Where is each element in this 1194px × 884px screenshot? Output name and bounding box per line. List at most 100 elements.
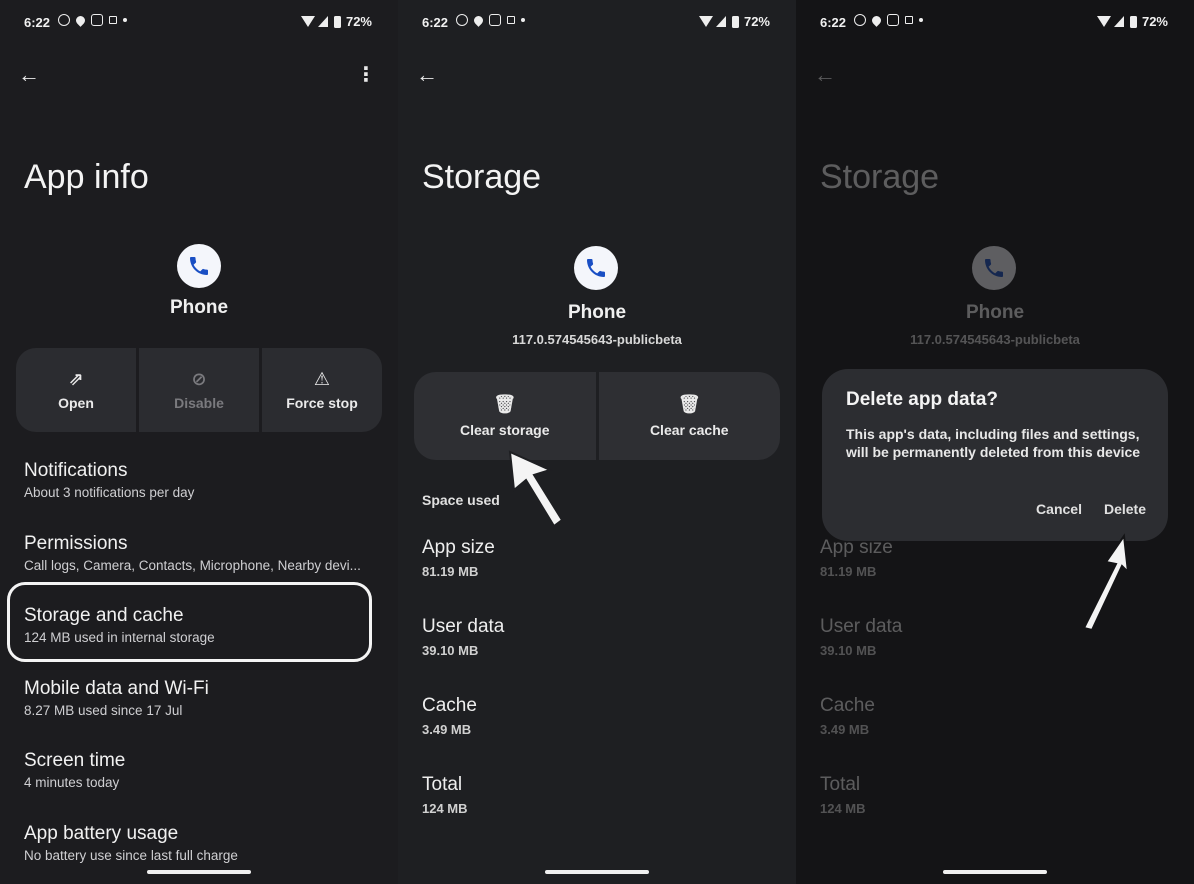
status-time: 6:22 [422,15,449,30]
app-name: Phone [965,302,1025,323]
item-title: App battery usage [24,823,179,844]
dialog-title: Delete app data? [846,389,999,410]
location-icon [74,13,87,27]
open-external-icon: ⇗ [68,369,84,389]
location-icon [870,13,883,27]
trash-icon: 🗑 [677,394,701,414]
list-item-battery-usage[interactable]: App battery usage No battery use since l… [24,823,382,863]
stat-value: 124 MB [422,801,468,816]
battery-icon [1129,15,1137,28]
stat-label: Total [422,774,463,795]
trash-icon: 🗑 [493,394,517,414]
instagram-icon [489,14,501,26]
back-arrow-icon[interactable]: ← [416,64,438,86]
instagram-icon [91,14,103,26]
status-bar: 6:22 72% [0,10,398,34]
stat-app-size: App size 81.19 MB [820,537,893,579]
signal-icon [715,16,726,27]
stat-value: 39.10 MB [422,643,479,658]
cancel-button[interactable]: Cancel [1036,501,1082,517]
more-options-icon[interactable]: ⋮ [356,64,376,86]
instagram-icon [887,14,899,26]
app-name: Phone [169,297,229,318]
status-time: 6:22 [820,15,847,30]
stat-value: 3.49 MB [820,722,870,737]
page-title: App info [24,158,149,196]
stat-label: User data [820,616,903,637]
more-notifications-icon [521,18,525,22]
clear-cache-label: Clear cache [649,422,729,438]
item-subtitle: 8.27 MB used since 17 Jul [24,703,183,718]
delete-data-screen: 6:22 72% ← Storage Phone 117.0.574545643… [796,0,1194,884]
section-header: Space used [422,492,500,508]
list-item-permissions[interactable]: Permissions Call logs, Camera, Contacts,… [24,533,382,573]
stat-value: 124 MB [820,801,866,816]
more-notifications-icon [919,18,923,22]
battery-percent: 72% [1141,14,1168,29]
location-icon [472,13,485,27]
force-stop-label: Force stop [286,395,358,411]
app-info-screen: 6:22 72% ← ⋮ App info Phone ⇗ Open ⊘ Dis… [0,0,398,884]
more-notifications-icon [123,18,127,22]
list-item-screen-time[interactable]: Screen time 4 minutes today [24,750,382,790]
force-stop-button[interactable]: ⚠ Force stop [262,348,382,432]
disable-button[interactable]: ⊘ Disable [139,348,259,432]
whatsapp-icon [854,14,866,26]
item-subtitle: 4 minutes today [24,775,120,790]
system-icons: 72% [300,14,372,29]
item-title: Screen time [24,750,126,771]
dialog-buttons: Cancel Delete [1036,501,1146,517]
delete-data-dialog: Delete app data? This app's data, includ… [822,369,1168,541]
gesture-nav-bar[interactable] [943,870,1047,874]
stat-value: 81.19 MB [820,564,877,579]
item-title: Permissions [24,533,128,554]
gesture-nav-bar[interactable] [147,870,251,874]
disable-icon: ⊘ [191,369,207,389]
open-label: Open [58,395,94,411]
list-item-mobile-data[interactable]: Mobile data and Wi-Fi 8.27 MB used since… [24,678,382,718]
list-item-notifications[interactable]: Notifications About 3 notifications per … [24,460,382,500]
wifi-icon [698,16,713,27]
battery-icon [333,15,341,28]
battery-icon [731,15,739,28]
page-title: Storage [422,158,542,196]
storage-actions: 🗑 Clear storage 🗑 Clear cache [414,372,780,460]
system-icons: 72% [698,14,770,29]
stat-total: Total 124 MB [422,774,468,816]
clear-storage-button[interactable]: 🗑 Clear storage [414,372,596,460]
page-title: Storage [820,158,940,196]
signal-icon [317,16,328,27]
calendar-icon [905,16,913,24]
delete-button[interactable]: Delete [1104,501,1146,517]
stat-user-data: User data 39.10 MB [820,616,902,658]
stat-label: Total [820,774,861,795]
item-subtitle: No battery use since last full charge [24,848,238,863]
clear-cache-button[interactable]: 🗑 Clear cache [598,372,780,460]
back-arrow-icon: ← [814,62,836,87]
wifi-icon [1096,16,1111,27]
whatsapp-icon [58,14,70,26]
stat-value: 81.19 MB [422,564,479,579]
app-version: 117.0.574545643-publicbeta [512,332,682,347]
stat-app-size: App size 81.19 MB [422,537,495,579]
stat-label: User data [422,616,505,637]
stat-total: Total 124 MB [820,774,866,816]
dialog-body: This app's data, including files and set… [846,426,1141,460]
status-bar: 6:22 72% [398,10,796,34]
battery-percent: 72% [345,14,372,29]
item-title: Notifications [24,460,128,481]
open-button[interactable]: ⇗ Open [16,348,136,432]
app-name: Phone [567,302,627,323]
item-subtitle: Call logs, Camera, Contacts, Microphone,… [24,558,361,573]
gesture-nav-bar[interactable] [545,870,649,874]
notification-icons [456,13,525,27]
phone-app-icon [177,244,221,288]
wifi-icon [300,16,315,27]
stat-value: 39.10 MB [820,643,877,658]
status-time: 6:22 [24,15,51,30]
battery-percent: 72% [743,14,770,29]
back-arrow-icon[interactable]: ← [18,64,40,86]
highlight-outline [7,582,372,662]
stat-label: App size [422,537,495,558]
storage-screen: 6:22 72% ← Storage Phone 117.0.574545643… [398,0,796,884]
